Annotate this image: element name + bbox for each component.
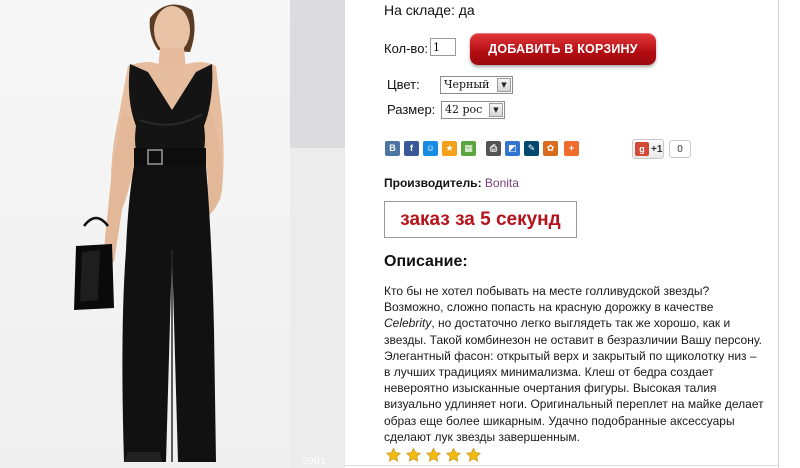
star-icon[interactable] xyxy=(405,447,422,463)
description-part-2: , но достаточно легко выглядеть так же х… xyxy=(384,316,764,444)
chevron-down-icon: ▼ xyxy=(489,103,503,117)
manufacturer-label: Производитель: xyxy=(384,176,482,190)
size-select-value: 42 рос xyxy=(445,103,483,116)
photo-caption: 2001 xyxy=(302,456,327,467)
google-plus-count: 0 xyxy=(669,140,691,158)
product-photo[interactable]: 2001 xyxy=(0,0,345,468)
vkontakte-icon[interactable]: B xyxy=(385,141,400,156)
odnoklassniki-icon[interactable]: ★ xyxy=(442,141,457,156)
description-title: Описание: xyxy=(384,253,468,270)
mail-agent-icon[interactable]: ☺ xyxy=(423,141,438,156)
bookmarks-icon[interactable]: ▦ xyxy=(461,141,476,156)
moimir-icon[interactable]: ✿ xyxy=(543,141,558,156)
google-plus-label: +1 xyxy=(651,144,663,155)
quick-order-button[interactable]: заказ за 5 секунд xyxy=(384,201,577,238)
more-share-icon[interactable]: + xyxy=(564,141,579,156)
color-select[interactable]: Черный ▼ xyxy=(440,76,513,94)
google-plus-button[interactable]: g +1 xyxy=(632,139,664,159)
quantity-input[interactable] xyxy=(430,38,456,56)
chevron-down-icon: ▼ xyxy=(497,78,511,92)
manufacturer: Производитель: Bonita xyxy=(384,176,519,190)
delicious-icon[interactable]: ◩ xyxy=(505,141,520,156)
quantity-label: Кол-во: xyxy=(384,41,429,56)
google-plus-icon: g xyxy=(635,142,649,156)
description-part-1: Кто бы не хотел побывать на месте голлив… xyxy=(384,284,714,315)
description-italic: Celebrity xyxy=(384,316,432,331)
livejournal-icon[interactable]: ✎ xyxy=(524,141,539,156)
color-label: Цвет: xyxy=(387,77,420,92)
model-figure xyxy=(74,4,224,462)
manufacturer-link[interactable]: Bonita xyxy=(485,176,519,190)
print-icon[interactable]: ⎙ xyxy=(486,141,501,156)
star-icon[interactable] xyxy=(385,447,402,463)
color-select-value: Черный xyxy=(444,78,490,91)
star-icon[interactable] xyxy=(425,447,442,463)
add-to-cart-button[interactable]: ДОБАВИТЬ В КОРЗИНУ xyxy=(470,33,656,65)
size-select[interactable]: 42 рос ▼ xyxy=(441,101,505,119)
size-label: Размер: xyxy=(387,102,436,117)
star-icon[interactable] xyxy=(465,447,482,463)
facebook-icon[interactable]: f xyxy=(404,141,419,156)
star-icon[interactable] xyxy=(445,447,462,463)
description-text: Кто бы не хотел побывать на месте голлив… xyxy=(384,283,764,445)
right-border xyxy=(778,0,779,468)
stock-status: На складе: да xyxy=(384,2,475,18)
bottom-border xyxy=(345,465,778,466)
